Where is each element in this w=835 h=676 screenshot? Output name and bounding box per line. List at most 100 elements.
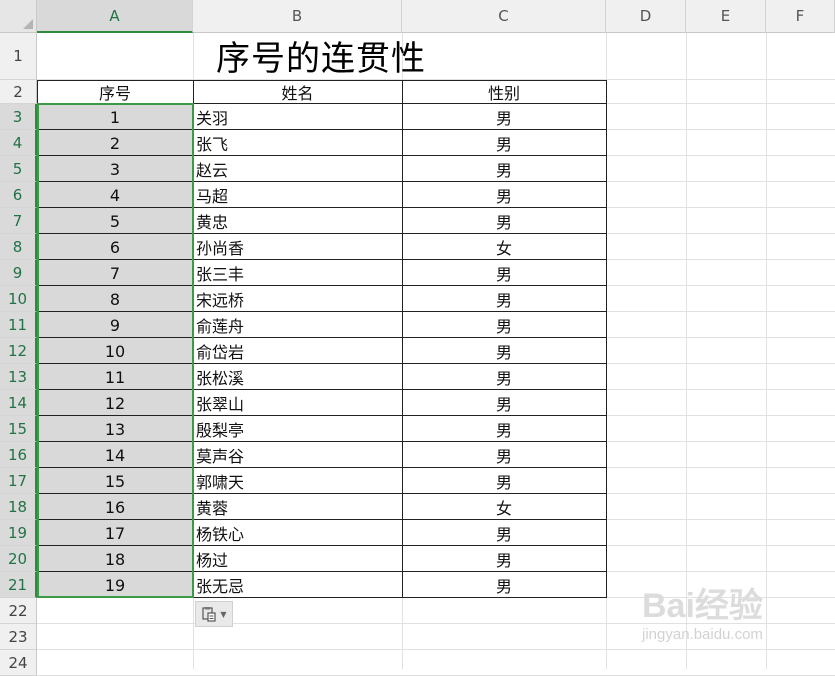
gender-cell[interactable]: 男 [402, 104, 606, 130]
table-border [37, 259, 607, 260]
gender-cell[interactable]: 女 [402, 234, 606, 260]
seq-cell[interactable]: 16 [37, 494, 193, 520]
seq-cell[interactable]: 13 [37, 416, 193, 442]
column-header-e[interactable]: E [686, 0, 766, 33]
row-header-7[interactable]: 7 [0, 208, 37, 234]
gender-cell[interactable]: 男 [402, 442, 606, 468]
gender-cell[interactable]: 男 [402, 130, 606, 156]
header-cell-gender[interactable]: 性别 [402, 80, 606, 104]
name-cell[interactable]: 孙尚香 [193, 234, 402, 260]
gender-cell[interactable]: 男 [402, 390, 606, 416]
seq-cell[interactable]: 19 [37, 572, 193, 598]
column-header-f[interactable]: F [766, 0, 835, 33]
name-cell[interactable]: 张无忌 [193, 572, 402, 598]
seq-cell[interactable]: 11 [37, 364, 193, 390]
row-header-10[interactable]: 10 [0, 286, 37, 312]
seq-cell[interactable]: 18 [37, 546, 193, 572]
gender-cell[interactable]: 男 [402, 182, 606, 208]
table-border [37, 441, 607, 442]
gender-cell[interactable]: 男 [402, 468, 606, 494]
name-cell[interactable]: 殷梨亭 [193, 416, 402, 442]
row-header-17[interactable]: 17 [0, 468, 37, 494]
name-cell[interactable]: 张飞 [193, 130, 402, 156]
name-cell[interactable]: 马超 [193, 182, 402, 208]
name-cell[interactable]: 杨过 [193, 546, 402, 572]
row-header-16[interactable]: 16 [0, 442, 37, 468]
name-cell[interactable]: 郭啸天 [193, 468, 402, 494]
row-header-21[interactable]: 21 [0, 572, 37, 598]
seq-cell[interactable]: 3 [37, 156, 193, 182]
name-cell[interactable]: 赵云 [193, 156, 402, 182]
name-cell[interactable]: 张翠山 [193, 390, 402, 416]
header-cell-name[interactable]: 姓名 [193, 80, 402, 104]
row-header-13[interactable]: 13 [0, 364, 37, 390]
row-header-2[interactable]: 2 [0, 80, 37, 104]
row-header-5[interactable]: 5 [0, 156, 37, 182]
seq-cell[interactable]: 2 [37, 130, 193, 156]
name-cell[interactable]: 张松溪 [193, 364, 402, 390]
seq-cell[interactable]: 14 [37, 442, 193, 468]
table-border [37, 80, 607, 81]
name-cell[interactable]: 黄忠 [193, 208, 402, 234]
gender-cell[interactable]: 男 [402, 286, 606, 312]
row-header-18[interactable]: 18 [0, 494, 37, 520]
seq-cell[interactable]: 15 [37, 468, 193, 494]
table-border [37, 80, 38, 598]
name-cell[interactable]: 关羽 [193, 104, 402, 130]
table-border [37, 389, 607, 390]
seq-cell[interactable]: 5 [37, 208, 193, 234]
row-header-20[interactable]: 20 [0, 546, 37, 572]
sheet-title[interactable]: 序号的连贯性 [37, 33, 605, 80]
row-header-15[interactable]: 15 [0, 416, 37, 442]
gender-cell[interactable]: 男 [402, 364, 606, 390]
name-cell[interactable]: 宋远桥 [193, 286, 402, 312]
gender-cell[interactable]: 男 [402, 156, 606, 182]
seq-cell[interactable]: 1 [37, 104, 193, 130]
gender-cell[interactable]: 男 [402, 572, 606, 598]
seq-cell[interactable]: 6 [37, 234, 193, 260]
row-header-14[interactable]: 14 [0, 390, 37, 416]
gender-cell[interactable]: 男 [402, 260, 606, 286]
gender-cell[interactable]: 男 [402, 520, 606, 546]
column-header-b[interactable]: B [193, 0, 402, 33]
gender-cell[interactable]: 男 [402, 208, 606, 234]
table-border [37, 181, 607, 182]
row-header-4[interactable]: 4 [0, 130, 37, 156]
row-header-23[interactable]: 23 [0, 624, 37, 650]
row-header-8[interactable]: 8 [0, 234, 37, 260]
name-cell[interactable]: 张三丰 [193, 260, 402, 286]
name-cell[interactable]: 俞岱岩 [193, 338, 402, 364]
row-header-19[interactable]: 19 [0, 520, 37, 546]
name-cell[interactable]: 俞莲舟 [193, 312, 402, 338]
gender-cell[interactable]: 男 [402, 546, 606, 572]
name-cell[interactable]: 黄蓉 [193, 494, 402, 520]
row-header-3[interactable]: 3 [0, 104, 37, 130]
seq-cell[interactable]: 17 [37, 520, 193, 546]
row-header-9[interactable]: 9 [0, 260, 37, 286]
gender-cell[interactable]: 女 [402, 494, 606, 520]
seq-cell[interactable]: 9 [37, 312, 193, 338]
name-cell[interactable]: 杨铁心 [193, 520, 402, 546]
gender-cell[interactable]: 男 [402, 338, 606, 364]
row-header-11[interactable]: 11 [0, 312, 37, 338]
paste-options-button[interactable]: ▼ [195, 601, 233, 627]
gender-cell[interactable]: 男 [402, 312, 606, 338]
seq-cell[interactable]: 7 [37, 260, 193, 286]
column-header-d[interactable]: D [606, 0, 686, 33]
column-header-a[interactable]: A [37, 0, 193, 33]
row-header-22[interactable]: 22 [0, 598, 37, 624]
name-cell[interactable]: 莫声谷 [193, 442, 402, 468]
select-all-corner[interactable] [0, 0, 37, 33]
seq-cell[interactable]: 10 [37, 338, 193, 364]
seq-cell[interactable]: 8 [37, 286, 193, 312]
row-header-1[interactable]: 1 [0, 33, 37, 80]
row-header-6[interactable]: 6 [0, 182, 37, 208]
header-cell-seq[interactable]: 序号 [37, 80, 193, 104]
row-header-24[interactable]: 24 [0, 650, 37, 676]
table-border [37, 337, 607, 338]
row-header-12[interactable]: 12 [0, 338, 37, 364]
seq-cell[interactable]: 12 [37, 390, 193, 416]
gender-cell[interactable]: 男 [402, 416, 606, 442]
seq-cell[interactable]: 4 [37, 182, 193, 208]
column-header-c[interactable]: C [402, 0, 606, 33]
